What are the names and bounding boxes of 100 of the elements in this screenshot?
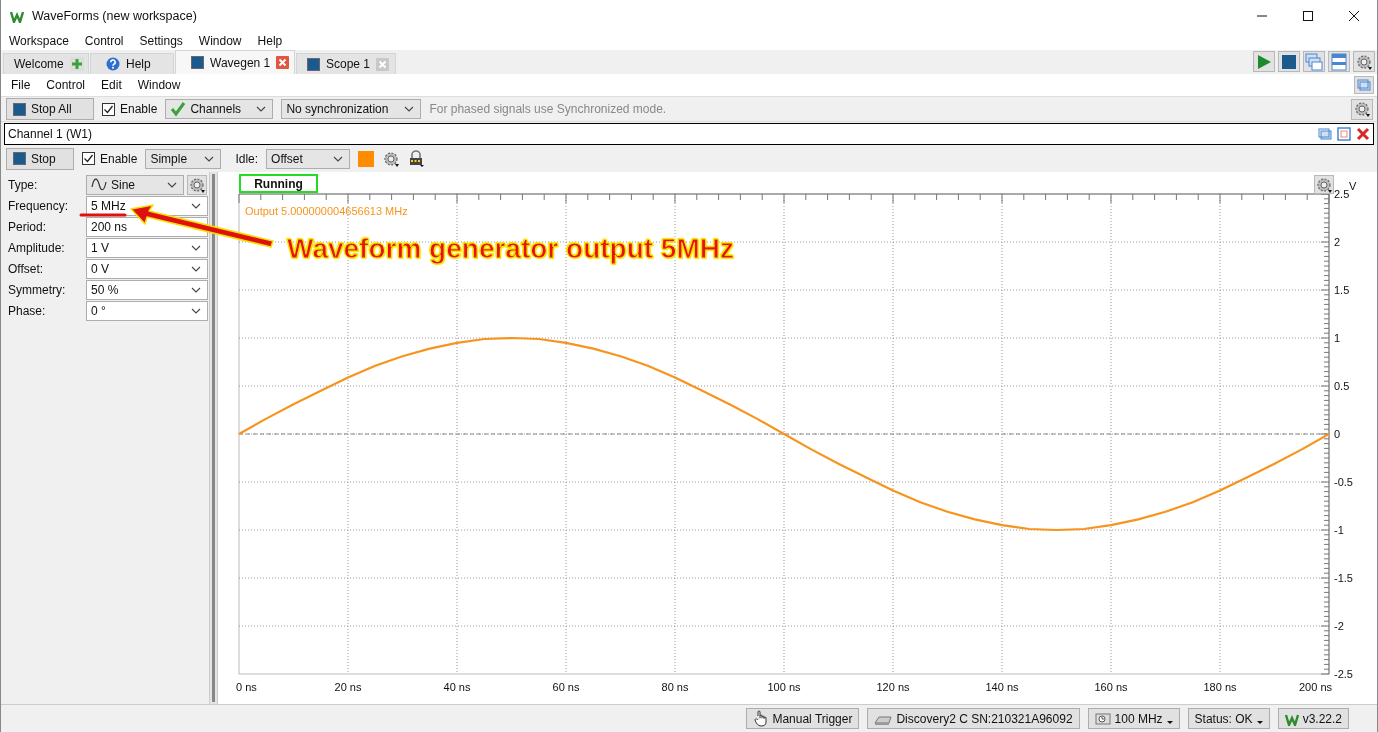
y-tick-label: 2.5 [1334,188,1350,200]
checkmark-icon [83,153,94,164]
menu-item[interactable]: Control [46,78,86,92]
y-axis-unit: V [1349,180,1357,192]
x-tick-label: 100 ns [767,681,801,693]
settings-button[interactable] [1351,98,1373,120]
x-tick-label: 60 ns [552,681,580,693]
y-tick-label: -1 [1334,524,1344,536]
waveform-dropdown[interactable]: Sine [86,174,184,195]
menu-item[interactable]: Edit [101,78,122,92]
tab[interactable]: Scope 1 [296,53,396,74]
menu-item[interactable]: Workspace [9,33,69,48]
caret-icon [191,286,201,293]
value-field[interactable]: 5 MHz [86,195,208,216]
y-tick-label: 0.5 [1334,380,1350,392]
undock-button[interactable] [1318,127,1332,141]
settings-button[interactable] [1353,51,1375,72]
value-field[interactable]: 0 ° [86,300,208,321]
channels-dropdown[interactable]: Channels [165,99,274,119]
caret-icon [1166,721,1173,724]
manual-trigger-button[interactable]: Manual Trigger [746,708,860,729]
menu-item[interactable]: Help [257,33,283,48]
mode-dropdown[interactable]: Simple [145,148,222,169]
caret-icon [191,265,201,272]
menu-item[interactable]: Window [198,33,242,48]
stop-button[interactable]: Stop All [6,98,94,120]
field-label: Frequency: [8,198,70,213]
tab[interactable]: Welcome [3,53,89,74]
value-field[interactable]: 50 % [86,279,208,300]
status-button[interactable]: Status: OK [1187,708,1270,729]
field-label: Amplitude: [8,240,66,255]
caret-icon [191,307,201,314]
stop-button[interactable] [1278,51,1300,72]
run-button[interactable] [1253,51,1275,72]
x-tick-label: 120 ns [876,681,910,693]
value-field[interactable]: 0 V [86,258,208,279]
x-tick-label: 80 ns [661,681,689,693]
tab[interactable]: Help [90,53,174,74]
maximize-icon [1302,9,1314,22]
undock-button[interactable] [1354,76,1374,94]
color-swatch[interactable] [358,150,375,167]
cascade-windows-button[interactable] [1303,51,1325,72]
idle-label: Idle: [235,151,259,166]
menu-item[interactable]: Control [84,33,124,48]
checkmark-icon [103,103,114,115]
x-tick-label: 180 ns [1203,681,1237,693]
channel-title: Channel 1 (W1) [8,127,93,141]
idle-dropdown[interactable]: Offset [266,148,351,169]
caret-icon [191,202,201,209]
stop-button[interactable]: Stop [6,147,74,170]
menu-item[interactable]: Settings [139,33,183,48]
caret-icon [204,155,215,162]
clock-icon [1094,710,1111,727]
field-label: Period: [8,219,48,234]
output-readout: Output 5.000000004656613 MHz [245,205,408,217]
y-tick-label: -2.5 [1334,668,1353,680]
x-tick-label: 200 ns [1298,681,1332,693]
field-label: Type: [8,177,39,192]
hand-icon [753,710,769,727]
close-button[interactable] [1356,127,1370,141]
annotation-text: Waveform generator output 5MHz [287,233,734,265]
sync-dropdown[interactable]: No synchronization [281,99,422,119]
version-button[interactable]: v3.22.2 [1277,708,1349,729]
tab[interactable]: Wavegen 1 [175,50,295,74]
field-label: Phase: [8,303,47,318]
menu-item[interactable]: Window [137,78,181,92]
settings-button[interactable] [382,149,401,168]
y-tick-label: -0.5 [1334,476,1353,488]
square-icon [191,56,204,69]
device-button[interactable]: Discovery2 C SN:210321A96092 [867,708,1080,729]
x-tick-label: 140 ns [985,681,1019,693]
y-tick-label: -2 [1334,620,1344,632]
menu-item[interactable]: File [11,78,31,92]
plot-settings-button[interactable] [1314,175,1334,194]
enable-checkbox[interactable]: Enable [102,102,158,116]
y-tick-label: 0 [1334,428,1341,440]
run-status: Running [239,174,318,193]
enable-checkbox[interactable]: Enable [82,151,138,166]
caret-icon [167,181,177,188]
caret-icon [256,106,267,112]
split-view-button[interactable] [1328,51,1350,72]
field-label: Symmetry: [8,282,67,297]
square-icon [307,57,320,71]
caret-icon [404,106,415,112]
x-tick-label: 40 ns [443,681,471,693]
checkmark-icon [170,101,187,117]
close-icon [1348,9,1360,22]
help-icon [106,57,120,71]
close-icon [276,56,290,69]
lock-button[interactable] [408,149,426,168]
caret-icon [333,155,344,162]
window-title: WaveForms (new workspace) [32,8,197,23]
hint-text: For phased signals use Synchronized mode. [429,102,667,116]
field-label: Offset: [8,261,45,276]
clock-button[interactable]: 100 MHz [1087,708,1180,729]
settings-button[interactable] [187,174,207,195]
value-field[interactable]: 1 V [86,237,208,258]
y-tick-label: 1.5 [1334,284,1350,296]
x-tick-label: 160 ns [1094,681,1128,693]
plus-icon [69,57,84,71]
